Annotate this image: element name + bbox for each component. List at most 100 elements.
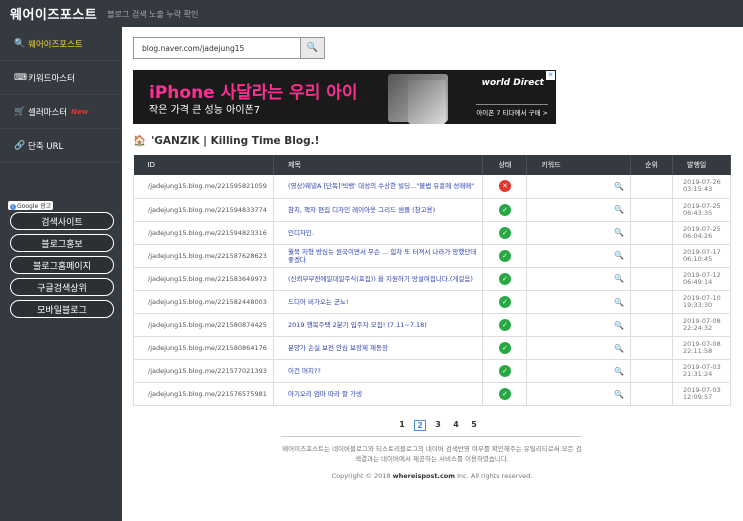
post-id[interactable]: /jadejung15.blog.me/221580864176 <box>133 336 274 361</box>
table-row: /jadejung15.blog.me/221594823316 인디자인. ✓ 🔍 2… <box>133 221 731 245</box>
keyboard-icon: ⌨ <box>14 72 27 83</box>
post-title-link[interactable]: 이건 머지?? <box>273 359 484 384</box>
check-icon: ✓ <box>498 365 511 378</box>
search-input[interactable] <box>134 38 300 58</box>
sidebar-item-0[interactable]: 🔍 웨어이즈포스트 <box>0 27 122 61</box>
search-icon[interactable]: 🔍 <box>614 321 624 330</box>
rank-cell <box>630 336 674 361</box>
post-id[interactable]: /jadejung15.blog.me/221580874425 <box>133 313 274 338</box>
keyword-cell[interactable]: 🔍 <box>526 244 632 268</box>
page-1[interactable]: 1 <box>396 420 408 431</box>
rank-cell <box>630 382 674 407</box>
ad-banner[interactable]: iPhone 사달라는 우리 아이 작은 가격 큰 성능 아이폰7 world … <box>133 70 556 124</box>
ad-close-icon[interactable]: ✕ <box>546 71 555 80</box>
col-rank: 순위 <box>630 155 674 175</box>
post-title-link[interactable]: 분양가 손실 보전 안심 보장제 재등장 <box>273 336 484 361</box>
check-icon: ✓ <box>498 388 511 401</box>
rank-cell <box>630 267 674 291</box>
rank-cell <box>630 221 674 245</box>
publish-date: 2019-07-08 22:11:58 <box>672 336 731 361</box>
new-badge: New <box>71 107 89 116</box>
post-title-link[interactable]: (신뢰부부전에일대일주식(포집)) 을 지원하기 망설여집니다.(게걸음) <box>273 267 484 291</box>
status-cell: ✓ <box>482 267 528 291</box>
post-title-link[interactable]: 아기오리 엄마 따라 잘 가넹 <box>273 382 484 407</box>
post-id[interactable]: /jadejung15.blog.me/221576575981 <box>133 382 274 407</box>
check-icon: ✓ <box>498 203 511 216</box>
table-header-row: ID 제목 상태 키워드 순위 발행일 <box>133 155 731 175</box>
keyword-cell[interactable]: 🔍 <box>526 382 632 407</box>
ad-link[interactable]: 아이폰 7 티다에서 구매 > <box>476 104 548 117</box>
search-icon: 🔍 <box>306 43 319 53</box>
status-cell: ✓ <box>482 382 528 407</box>
page-5[interactable]: 5 <box>468 420 480 431</box>
post-id[interactable]: /jadejung15.blog.me/221583649973 <box>133 267 274 291</box>
rank-cell <box>630 244 674 268</box>
ad-title: iPhone 사달라는 우리 아이 <box>149 83 358 103</box>
search-form: 🔍 <box>133 37 325 59</box>
search-icon[interactable]: 🔍 <box>614 298 624 307</box>
search-icon[interactable]: 🔍 <box>614 182 624 191</box>
check-icon: ✓ <box>498 272 511 285</box>
search-icon[interactable]: 🔍 <box>614 205 624 214</box>
post-id[interactable]: /jadejung15.blog.me/221577021393 <box>133 359 274 384</box>
keyword-cell[interactable]: 🔍 <box>526 221 632 245</box>
cart-icon: 🛒 <box>14 106 26 117</box>
status-cell: ✓ <box>482 221 528 245</box>
search-button[interactable]: 🔍 <box>300 38 324 58</box>
post-id[interactable]: /jadejung15.blog.me/221582448003 <box>133 290 274 315</box>
publish-date: 2019-07-26 03:15:43 <box>672 175 731 199</box>
post-title-link[interactable]: 인디자인. <box>273 221 484 245</box>
sidebar-item-label: 셀러마스터 <box>28 107 68 118</box>
search-icon[interactable]: 🔍 <box>614 251 624 260</box>
ad-link-button[interactable]: 블로그홈페이지 <box>10 256 114 274</box>
sidebar-item-2[interactable]: 🛒 셀러마스터 New <box>0 95 122 129</box>
keyword-cell[interactable]: 🔍 <box>526 290 632 315</box>
table-row: /jadejung15.blog.me/221577021393 이건 머지?? ✓… <box>133 359 731 384</box>
publish-date: 2019-07-03 12:09:57 <box>672 382 731 407</box>
publish-date: 2019-07-25 06:04:26 <box>672 221 731 245</box>
ad-image-2 <box>408 80 446 124</box>
status-cell: ✓ <box>482 244 528 268</box>
sidebar-item-1[interactable]: ⌨ 키워드마스터 <box>0 61 122 95</box>
post-title-link[interactable]: 월북 처형 방심뉴 원국이면서 무슨 ... 힘차 또 터져서 나라가 망했단데… <box>273 244 484 268</box>
search-icon[interactable]: 🔍 <box>614 344 624 353</box>
sidebar-item-3[interactable]: 🔗 단축 URL <box>0 129 122 163</box>
page-4[interactable]: 4 <box>450 420 462 431</box>
post-id[interactable]: /jadejung15.blog.me/221594823316 <box>133 221 274 245</box>
table-row: /jadejung15.blog.me/221583649973 (신뢰부부전에일… <box>133 267 731 291</box>
post-title-link[interactable]: 참치, 책자 편집 디자인 레이아웃 그리드 샘플 (참고용) <box>273 198 484 222</box>
ad-link-button[interactable]: 검색사이트 <box>10 212 114 230</box>
site-logo[interactable]: 웨어이즈포스트 <box>10 4 97 23</box>
check-icon: ✓ <box>498 296 511 309</box>
search-icon[interactable]: 🔍 <box>614 228 624 237</box>
keyword-cell[interactable]: 🔍 <box>526 336 632 361</box>
ad-subtitle: 작은 가격 큰 성능 아이폰7 <box>149 105 261 116</box>
post-title-link[interactable]: 드디어 비가오는 군뇨! <box>273 290 484 315</box>
keyword-cell[interactable]: 🔍 <box>526 267 632 291</box>
post-title-link[interactable]: 2019 행복주택 2분기 입주자 모집! (7.11~7.18) <box>273 313 484 338</box>
rank-cell <box>630 359 674 384</box>
keyword-cell[interactable]: 🔍 <box>526 175 632 199</box>
post-id[interactable]: /jadejung15.blog.me/221595821059 <box>133 175 274 199</box>
post-id[interactable]: /jadejung15.blog.me/221594833774 <box>133 198 274 222</box>
post-title-link[interactable]: (영상)웨넬A [단독]'빅뱅' 대성의 수상한 빌딩..."불법 유흥에 성매… <box>273 175 484 199</box>
ad-link-button[interactable]: 구글검색상위 <box>10 278 114 296</box>
ad-link-button[interactable]: 블로그홍보 <box>10 234 114 252</box>
search-icon[interactable]: 🔍 <box>614 274 624 283</box>
search-icon[interactable]: 🔍 <box>614 367 624 376</box>
status-cell: ✕ <box>482 175 528 199</box>
sidebar-menu: 🔍 웨어이즈포스트 ⌨ 키워드마스터 🛒 셀러마스터 New 🔗 단축 URL <box>0 27 122 163</box>
ad-link-button[interactable]: 모바일블로그 <box>10 300 114 318</box>
footer-divider <box>281 436 581 437</box>
page-2[interactable]: 2 <box>414 420 426 431</box>
keyword-cell[interactable]: 🔍 <box>526 198 632 222</box>
status-cell: ✓ <box>482 313 528 338</box>
keyword-cell[interactable]: 🔍 <box>526 313 632 338</box>
footer-site-link[interactable]: whereispost.com <box>393 472 455 480</box>
post-id[interactable]: /jadejung15.blog.me/221587628623 <box>133 244 274 268</box>
publish-date: 2019-07-10 19:33:30 <box>672 290 731 315</box>
search-icon[interactable]: 🔍 <box>614 390 624 399</box>
link-icon: 🔗 <box>14 140 26 151</box>
page-3[interactable]: 3 <box>432 420 444 431</box>
keyword-cell[interactable]: 🔍 <box>526 359 632 384</box>
